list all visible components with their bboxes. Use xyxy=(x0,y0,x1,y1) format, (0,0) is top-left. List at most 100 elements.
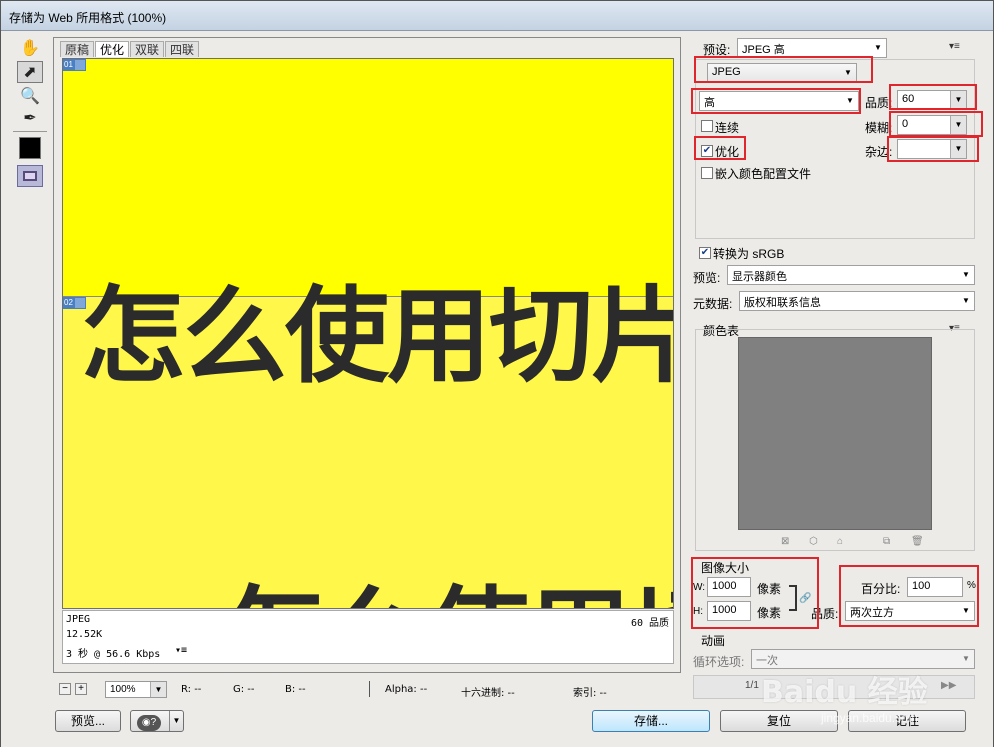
optimized-label: 优化 xyxy=(715,145,740,159)
settings-menu-icon[interactable]: ▾≡ xyxy=(949,41,960,52)
image-size-title: 图像大小 xyxy=(701,561,750,575)
toggle-slice-visibility-icon[interactable] xyxy=(17,165,43,187)
baidu-watermark: Baidu 经验 xyxy=(761,675,928,710)
width-unit: 像素 xyxy=(757,582,782,596)
image-view-frame: 原稿 优化 双联 四联 怎么使用切片 怎么使用切 01 02 xyxy=(53,37,681,673)
slice-01-tag[interactable]: 01 xyxy=(63,59,86,71)
zoom-in-icon[interactable]: + xyxy=(75,683,87,695)
image-preview-canvas[interactable]: 怎么使用切片 怎么使用切 01 02 xyxy=(62,58,674,609)
info-quality: 60 品质 xyxy=(630,618,669,629)
blur-value: 0 xyxy=(902,118,909,130)
hand-tool-icon[interactable]: ✋ xyxy=(17,37,43,59)
map-transparency-icon[interactable]: ⊠ xyxy=(781,536,789,547)
browser-preview-button[interactable]: ◉? ▼ xyxy=(130,710,184,732)
convert-srgb-checkbox[interactable]: ✔ xyxy=(699,247,711,259)
optimized-checkbox[interactable]: ✔ xyxy=(701,145,713,157)
preview-label: 预览: xyxy=(693,271,721,285)
zoom-out-icon[interactable]: − xyxy=(59,683,71,695)
blur-label: 模糊: xyxy=(865,121,893,135)
preset-value: JPEG 高 xyxy=(742,44,785,56)
eyedropper-color-swatch[interactable] xyxy=(19,137,41,159)
file-format-select[interactable]: JPEG ▼ xyxy=(707,63,857,83)
view-tabs: 原稿 优化 双联 四联 xyxy=(60,41,200,57)
chevron-down-icon: ▼ xyxy=(962,654,970,663)
info-file-size: 12.52K xyxy=(66,629,103,640)
readout-r: R: -- xyxy=(181,684,202,695)
title-bar: 存储为 Web 所用格式 (100%) xyxy=(1,1,993,31)
resample-quality-label: 品质: xyxy=(811,607,839,621)
eyedropper-tool-icon[interactable]: ✒ xyxy=(17,107,43,129)
chevron-down-icon: ▼ xyxy=(846,96,854,105)
height-input[interactable]: 1000 xyxy=(707,601,751,621)
tab-optimized[interactable]: 优化 xyxy=(95,41,130,57)
width-label: W: xyxy=(693,582,706,593)
zoom-tool-icon[interactable]: 🔍 xyxy=(17,85,43,107)
preset-label: 预设: xyxy=(703,43,731,57)
embed-profile-label: 嵌入颜色配置文件 xyxy=(715,167,812,181)
zoom-select[interactable]: 100% ▼ xyxy=(105,681,167,698)
slice-image-icon xyxy=(73,59,86,71)
preview-select[interactable]: 显示器颜色 ▼ xyxy=(727,265,975,285)
chevron-down-icon: ▼ xyxy=(962,606,970,615)
readout-alpha: Alpha: -- xyxy=(385,684,428,695)
chevron-down-icon: ▼ xyxy=(950,116,966,134)
readout-index: 索引: -- xyxy=(573,688,607,699)
embed-profile-checkbox[interactable] xyxy=(701,167,713,179)
loop-options-select[interactable]: 一次 ▼ xyxy=(751,649,975,669)
readout-g: G: -- xyxy=(233,684,255,695)
web-shift-icon[interactable]: ⬡ xyxy=(809,536,818,547)
blur-input[interactable]: 0 ▼ xyxy=(897,115,967,135)
chevron-down-icon: ▼ xyxy=(874,43,882,52)
trash-icon[interactable]: 🗑 xyxy=(911,536,924,547)
download-speed-menu-icon[interactable]: ▾≡ xyxy=(175,645,187,656)
matte-select[interactable]: ▼ xyxy=(897,139,967,159)
metadata-label: 元数据: xyxy=(693,297,733,311)
chevron-down-icon: ▼ xyxy=(169,711,183,731)
chevron-down-icon: ▼ xyxy=(844,68,852,77)
info-format: JPEG xyxy=(66,614,91,625)
new-color-icon[interactable]: ⧉ xyxy=(883,536,890,547)
resample-quality-select[interactable]: 两次立方 ▼ xyxy=(845,601,975,621)
quality-preset-select[interactable]: 高 ▼ xyxy=(699,91,859,111)
quality-label: 品质: xyxy=(865,96,893,110)
quality-input[interactable]: 60 ▼ xyxy=(897,90,967,110)
slice-select-tool-icon[interactable]: ⬈ xyxy=(17,61,43,83)
lock-color-icon[interactable]: ⌂ xyxy=(837,536,843,547)
optimization-info: JPEG 12.52K 3 秒 @ 56.6 Kbps ▾≡ 60 品质 xyxy=(62,610,674,664)
percent-label: 百分比: xyxy=(861,582,901,596)
link-chain-icon[interactable]: 🔗 xyxy=(799,593,811,604)
preview-button[interactable]: 预览... xyxy=(55,710,121,732)
percent-unit: % xyxy=(967,580,976,591)
width-input[interactable]: 1000 xyxy=(707,577,751,597)
metadata-select[interactable]: 版权和联系信息 ▼ xyxy=(739,291,975,311)
tab-2up[interactable]: 双联 xyxy=(130,41,165,57)
tab-original[interactable]: 原稿 xyxy=(60,41,95,57)
height-unit: 像素 xyxy=(757,606,782,620)
loop-options-value: 一次 xyxy=(756,655,778,667)
status-divider xyxy=(369,681,370,697)
optimize-settings-panel: 预设: JPEG 高 ▼ ▾≡ JPEG ▼ 高 ▼ 品质: 60 ▼ 连续 模… xyxy=(689,31,987,747)
tab-4up[interactable]: 四联 xyxy=(165,41,200,57)
percent-input[interactable]: 100 xyxy=(907,577,963,597)
preview-value: 显示器颜色 xyxy=(732,271,787,283)
info-download-time: 3 秒 @ 56.6 Kbps xyxy=(66,649,161,660)
slice-02-tag[interactable]: 02 xyxy=(63,297,86,309)
progressive-checkbox[interactable] xyxy=(701,120,713,132)
preset-select[interactable]: JPEG 高 ▼ xyxy=(737,38,887,58)
quality-preset-value: 高 xyxy=(704,97,715,109)
convert-srgb-label: 转换为 sRGB xyxy=(713,247,785,261)
last-frame-icon[interactable]: ▶▶ xyxy=(941,680,956,691)
slice-02-number: 02 xyxy=(63,297,74,309)
matte-label: 杂边: xyxy=(865,145,893,159)
color-table-swatches[interactable] xyxy=(738,337,932,530)
image-text-upper: 怎么使用切片 xyxy=(81,275,674,397)
resample-quality-value: 两次立方 xyxy=(850,607,894,619)
baidu-watermark-url: jingyan.baidu.com xyxy=(821,711,918,725)
constrain-bracket xyxy=(789,585,797,611)
height-label: H: xyxy=(693,606,703,617)
browser-icon: ◉? xyxy=(137,715,161,731)
chevron-down-icon: ▼ xyxy=(962,296,970,305)
loop-options-label: 循环选项: xyxy=(693,655,745,669)
metadata-value: 版权和联系信息 xyxy=(744,297,821,309)
chevron-down-icon: ▼ xyxy=(950,140,966,158)
